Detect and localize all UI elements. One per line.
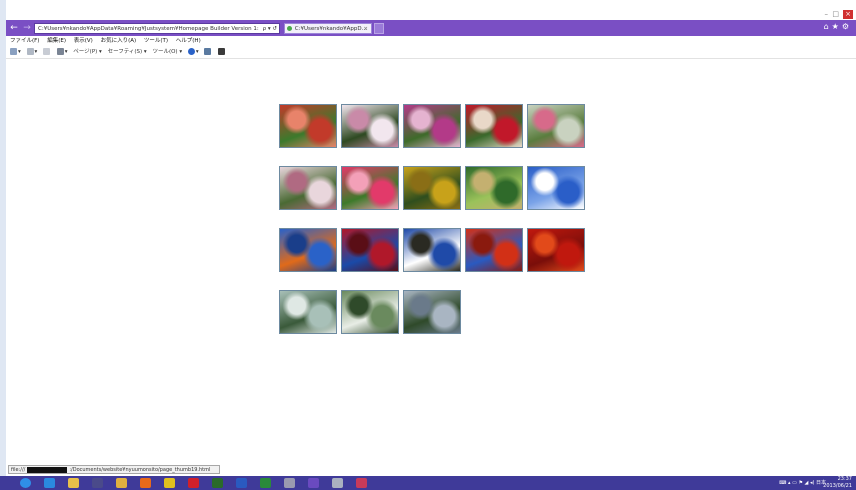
thumbnail-red-rose-bush[interactable] — [465, 104, 523, 148]
thumbnail-gallery — [279, 104, 599, 344]
tab-title: C:¥Users¥nkando¥AppD... — [294, 26, 367, 32]
rubyrails-icon[interactable] — [356, 478, 367, 488]
mail-cmd[interactable] — [43, 48, 51, 55]
settings-icon[interactable] — [284, 478, 295, 488]
firefox-icon[interactable] — [140, 478, 151, 488]
taskbar — [0, 476, 856, 490]
thumbnail-pond-island[interactable] — [403, 290, 461, 334]
clock-time: 23:37 — [837, 476, 852, 482]
status-path: :/Documents/website¥nyuumonsito/page_thu… — [69, 467, 211, 473]
onenote-icon — [218, 48, 226, 55]
mail-icon — [43, 48, 51, 55]
menu-bar: ファイル(F) 編集(E) 表示(V) お気に入り(A) ツール(T) ヘルプ(… — [6, 36, 856, 46]
menu-file[interactable]: ファイル(F) — [10, 38, 39, 44]
thumbnail-crimson-maple[interactable] — [527, 228, 585, 272]
feeds-icon — [26, 48, 34, 55]
status-prefix: file:/// — [11, 467, 26, 473]
feeds-cmd[interactable]: ▾ — [26, 48, 37, 55]
window-top-strip — [6, 0, 856, 20]
ie-icon[interactable] — [44, 478, 55, 488]
menu-tools[interactable]: ツール(T) — [144, 38, 168, 44]
print-cmd[interactable]: ▾ — [56, 48, 68, 55]
tab-current[interactable]: C:¥Users¥nkando¥AppD... × — [284, 23, 372, 34]
research-icon — [204, 48, 212, 55]
forward-icon[interactable]: → — [21, 22, 33, 34]
thumbnail-pink-white-roses[interactable] — [341, 104, 399, 148]
dreamweaver-icon[interactable] — [212, 478, 223, 488]
thumbnail-pink-roses-bed[interactable] — [341, 166, 399, 210]
chrome-icon[interactable] — [164, 478, 175, 488]
back-icon[interactable]: ← — [8, 22, 20, 34]
minimize-button[interactable]: – — [825, 10, 829, 18]
word-icon[interactable] — [236, 478, 247, 488]
thumbnail-pale-roses[interactable] — [279, 166, 337, 210]
new-tab-button[interactable] — [374, 23, 384, 34]
menu-help[interactable]: ヘルプ(H) — [176, 38, 201, 44]
thumbnail-red-roses[interactable] — [279, 104, 337, 148]
home-cmd[interactable]: ▾ — [10, 48, 21, 55]
address-search-refresh-icons[interactable]: ρ ▾ ↺ — [263, 24, 277, 33]
clock[interactable]: 23:37 2013/06/21 — [823, 476, 852, 490]
network-icon[interactable] — [332, 478, 343, 488]
explorer-icon[interactable] — [116, 478, 127, 488]
home-icon — [10, 48, 17, 55]
address-input[interactable]: C:¥Users¥nkando¥AppData¥Roaming¥Justsyst… — [34, 23, 280, 34]
thumbnail-blue-sky-tree[interactable] — [527, 166, 585, 210]
thumbnail-orange-leaves-sky[interactable] — [279, 228, 337, 272]
menu-view[interactable]: 表示(V) — [74, 38, 93, 44]
clock-date: 2013/06/21 — [823, 483, 852, 489]
redacted-block — [27, 466, 68, 473]
onenote-cmd[interactable] — [218, 48, 226, 55]
command-bar: ▾ ▾ ▾ ページ(P) ▾ セーフティ(S) ▾ ツール(O) ▾ ▾ — [6, 46, 856, 59]
help-cmd[interactable]: ▾ — [187, 48, 199, 55]
excel-icon[interactable] — [260, 478, 271, 488]
print-icon — [56, 48, 64, 55]
thumbnail-tree-silhouette[interactable] — [403, 228, 461, 272]
thumbnail-autumn-hillside[interactable] — [403, 166, 461, 210]
thumbnail-pond-bridge[interactable] — [341, 290, 399, 334]
vscode-icon[interactable] — [308, 478, 319, 488]
help-icon — [187, 48, 195, 55]
thumbnail-red-maple[interactable] — [341, 228, 399, 272]
close-button[interactable]: × — [843, 10, 853, 19]
thumbnail-pond-pagoda[interactable] — [279, 290, 337, 334]
research-cmd[interactable] — [204, 48, 212, 55]
status-url: file:/// :/Documents/website¥nyuumonsito/… — [8, 465, 220, 474]
opera-icon[interactable] — [188, 478, 199, 488]
maximize-button[interactable]: □ — [832, 10, 839, 18]
ie-tab-icon — [287, 26, 292, 31]
tab-close-icon[interactable]: × — [363, 24, 368, 33]
thumbnail-rose-garden[interactable] — [527, 104, 585, 148]
address-url: C:¥Users¥nkando¥AppData¥Roaming¥Justsyst… — [38, 26, 259, 32]
person-icon[interactable] — [92, 478, 103, 488]
thumbnail-magenta-roses[interactable] — [403, 104, 461, 148]
menu-favorites[interactable]: お気に入り(A) — [101, 38, 137, 44]
safety-menu[interactable]: セーフティ(S) ▾ — [108, 49, 147, 55]
page-menu[interactable]: ページ(P) ▾ — [73, 49, 102, 55]
folder-icon[interactable] — [68, 478, 79, 488]
thumbnail-garden-stream[interactable] — [465, 166, 523, 210]
system-tray[interactable]: ⌨ ▴ ▭ ⚑ ◢ ◂) 日本 — [779, 476, 826, 490]
start-button[interactable] — [20, 478, 31, 488]
thumbnail-red-foliage[interactable] — [465, 228, 523, 272]
tools-menu[interactable]: ツール(O) ▾ — [152, 49, 182, 55]
menu-edit[interactable]: 編集(E) — [47, 38, 66, 44]
home-favorites-tools-icons[interactable]: ⌂★⚙ — [824, 22, 852, 31]
